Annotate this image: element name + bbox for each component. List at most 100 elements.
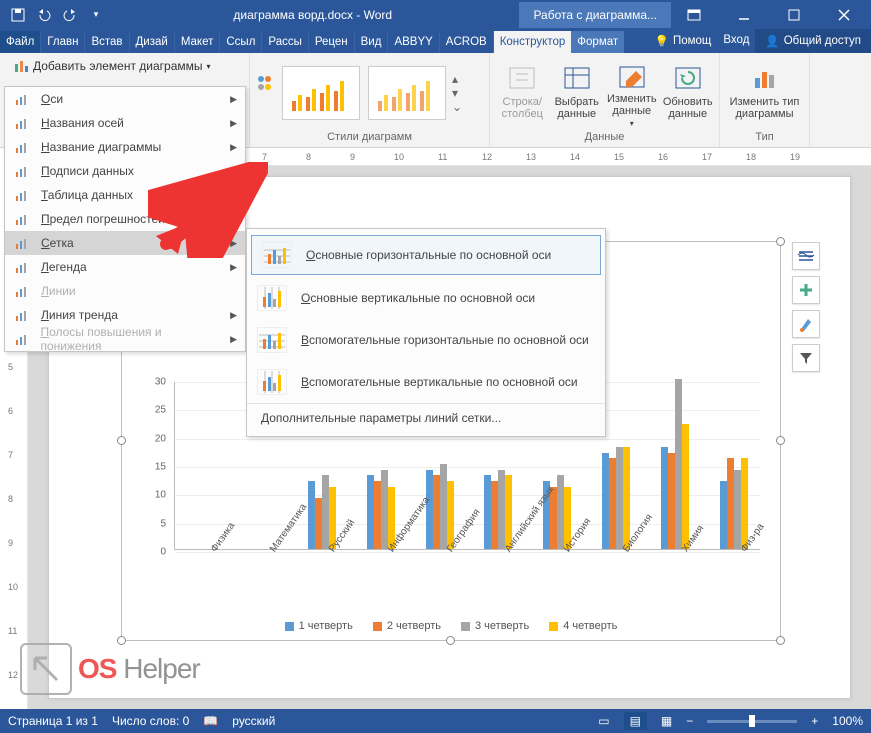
legend-item[interactable]: 2 четверть <box>373 620 441 632</box>
bar[interactable] <box>623 447 630 549</box>
bar[interactable] <box>491 481 498 549</box>
gridlines-option-2[interactable]: Вспомогательные горизонтальные по основн… <box>247 319 605 361</box>
bar[interactable] <box>609 458 616 549</box>
menu-item-axis-title[interactable]: Названия осей▶ <box>5 111 245 135</box>
bar[interactable] <box>661 447 668 549</box>
legend-icon <box>13 258 31 276</box>
bar[interactable] <box>727 458 734 549</box>
minimize-button[interactable] <box>721 0 767 29</box>
edit-data-button[interactable]: Изменить данные▾ <box>605 58 658 128</box>
bar[interactable] <box>720 481 727 549</box>
bar[interactable] <box>602 453 609 549</box>
tab-mailings[interactable]: Рассы <box>262 31 308 53</box>
select-data-button[interactable]: Выбрать данные <box>552 58 601 128</box>
menu-item-legend[interactable]: Легенда▶ <box>5 255 245 279</box>
share-button[interactable]: 👤Общий доступ <box>755 29 871 53</box>
tab-insert[interactable]: Встав <box>85 31 129 53</box>
menu-item-data-table[interactable]: Таблица данных▶ <box>5 183 245 207</box>
bar[interactable] <box>675 379 682 549</box>
spellcheck-icon[interactable]: 📖 <box>203 714 218 728</box>
language-indicator[interactable]: русский <box>232 714 275 728</box>
bar[interactable] <box>374 481 381 549</box>
layout-options-button[interactable] <box>792 242 820 270</box>
bar[interactable] <box>433 475 440 549</box>
tab-review[interactable]: Рецен <box>309 31 355 53</box>
menu-item-trendline[interactable]: Линия тренда▶ <box>5 303 245 327</box>
zoom-out-button[interactable]: − <box>686 714 693 728</box>
bar[interactable] <box>616 447 623 549</box>
signin-link[interactable]: Вход <box>717 29 755 53</box>
word-count[interactable]: Число слов: 0 <box>112 714 189 728</box>
bar[interactable] <box>381 470 388 549</box>
styles-gallery-more[interactable]: ▴▾⌄ <box>452 72 466 114</box>
read-mode-button[interactable]: ▭ <box>598 714 609 728</box>
gridlines-option-1[interactable]: Основные вертикальные по основной оси <box>247 277 605 319</box>
change-chart-type-button[interactable]: Изменить тип диаграммы <box>726 58 803 128</box>
add-chart-element-button[interactable]: Добавить элемент диаграммы ▾ <box>6 55 243 77</box>
tab-view[interactable]: Вид <box>355 31 389 53</box>
chart-styles-button[interactable] <box>792 310 820 338</box>
titlebar: ▾ диаграмма ворд.docx - Word Работа с ди… <box>0 0 871 29</box>
maximize-button[interactable] <box>771 0 817 29</box>
gridlines-option-3[interactable]: Вспомогательные вертикальные по основной… <box>247 361 605 403</box>
menu-item-axes[interactable]: Оси▶ <box>5 87 245 111</box>
bar[interactable] <box>426 470 433 549</box>
tab-abbyy[interactable]: ABBYY <box>388 31 439 53</box>
chart-colors-button[interactable] <box>256 73 276 113</box>
bar[interactable] <box>315 498 322 549</box>
legend-item[interactable]: 4 четверть <box>549 620 617 632</box>
bar[interactable] <box>484 475 491 549</box>
tab-references[interactable]: Ссыл <box>220 31 262 53</box>
gridlines-thumb-icon <box>257 369 287 395</box>
qat-customize[interactable]: ▾ <box>84 3 108 27</box>
gridlines-option-0[interactable]: Основные горизонтальные по основной оси <box>251 235 601 275</box>
tab-chart-design[interactable]: Конструктор <box>494 31 572 53</box>
chart-style-1[interactable] <box>282 66 360 120</box>
resize-handle[interactable] <box>776 436 785 445</box>
print-layout-button[interactable]: ▤ <box>624 712 647 730</box>
chevron-right-icon: ▶ <box>230 190 237 201</box>
chart-legend[interactable]: 1 четверть 2 четверть 3 четверть 4 четверть <box>122 620 780 632</box>
bar[interactable] <box>734 470 741 549</box>
menu-item-gridlines[interactable]: Сетка▶ <box>5 231 245 255</box>
chart-style-2[interactable] <box>368 66 446 120</box>
more-gridline-options[interactable]: Дополнительные параметры линий сетки... <box>247 403 605 432</box>
bar[interactable] <box>322 475 329 549</box>
tab-file[interactable]: Файл <box>0 31 41 53</box>
bar[interactable] <box>498 470 505 549</box>
refresh-data-button[interactable]: Обновить данные <box>662 58 713 128</box>
tab-design[interactable]: Дизай <box>130 31 175 53</box>
bar[interactable] <box>682 424 689 549</box>
bar[interactable] <box>557 475 564 549</box>
legend-item[interactable]: 3 четверть <box>461 620 529 632</box>
menu-item-error-bars[interactable]: Предел погрешностей▶ <box>5 207 245 231</box>
web-layout-button[interactable]: ▦ <box>661 714 672 728</box>
menu-item-data-labels[interactable]: Подписи данных▶ <box>5 159 245 183</box>
tell-me[interactable]: 💡Помощ <box>649 29 718 53</box>
tab-chart-format[interactable]: Формат <box>571 31 624 53</box>
ribbon-display-options[interactable] <box>671 0 717 29</box>
zoom-in-button[interactable]: + <box>811 714 818 728</box>
close-button[interactable] <box>821 0 867 29</box>
legend-item[interactable]: 1 четверть <box>285 620 353 632</box>
chart-elements-button[interactable] <box>792 276 820 304</box>
bar[interactable] <box>668 453 675 549</box>
tab-acrobat[interactable]: ACROB <box>440 31 494 53</box>
tab-layout[interactable]: Макет <box>175 31 221 53</box>
resize-handle[interactable] <box>117 436 126 445</box>
bar[interactable] <box>440 464 447 549</box>
resize-handle[interactable] <box>776 237 785 246</box>
bar[interactable] <box>367 475 374 549</box>
menu-item-chart-title[interactable]: Название диаграммы▶ <box>5 135 245 159</box>
bar[interactable] <box>308 481 315 549</box>
resize-handle[interactable] <box>776 636 785 645</box>
tab-home[interactable]: Главн <box>41 31 85 53</box>
resize-handle[interactable] <box>446 636 455 645</box>
page-indicator[interactable]: Страница 1 из 1 <box>8 714 98 728</box>
save-button[interactable] <box>6 3 30 27</box>
undo-button[interactable] <box>32 3 56 27</box>
chart-filters-button[interactable] <box>792 344 820 372</box>
zoom-level[interactable]: 100% <box>832 714 863 728</box>
redo-button[interactable] <box>58 3 82 27</box>
zoom-slider[interactable] <box>707 720 797 723</box>
